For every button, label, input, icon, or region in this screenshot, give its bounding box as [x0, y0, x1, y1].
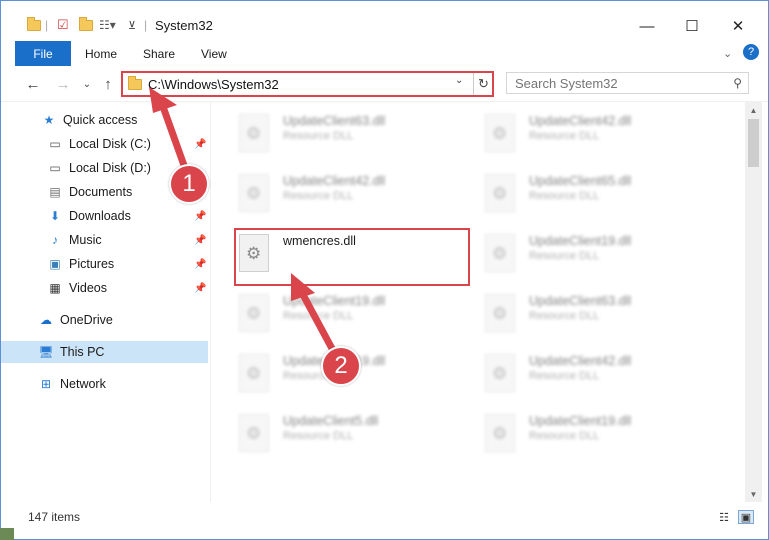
- explorer-window: | ☑ ☷▾ ⊻ | System32 — ☐ ✕ File Home Shar…: [0, 0, 769, 540]
- arrow-one-head: [149, 87, 177, 113]
- callout-badge-two: 2: [321, 346, 361, 386]
- callout-badge-one: 1: [169, 164, 209, 204]
- arrow-two-head: [291, 273, 315, 301]
- callout-arrows: [149, 87, 340, 360]
- arrow-one: [157, 97, 190, 175]
- arrow-two: [297, 287, 340, 360]
